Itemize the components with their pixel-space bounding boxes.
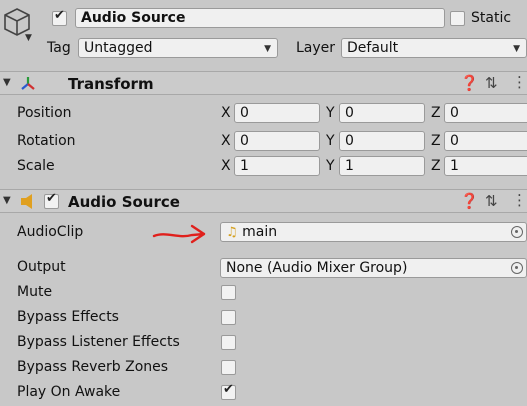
- mute-checkbox[interactable]: [221, 285, 236, 300]
- scale-label: Scale: [17, 158, 55, 174]
- object-picker-icon[interactable]: [511, 262, 523, 274]
- object-name-input[interactable]: Audio Source: [75, 8, 445, 28]
- audio-source-header[interactable]: ▼ ✔ Audio Source ❓ ⇅ ⋮: [0, 189, 527, 213]
- axis-x-label[interactable]: X: [221, 133, 231, 149]
- axis-z-label[interactable]: Z: [431, 133, 441, 149]
- play-on-awake-checkbox[interactable]: ✔: [221, 382, 236, 400]
- foldout-arrow-icon[interactable]: ▼: [3, 77, 11, 88]
- rotation-x-field[interactable]: 0: [234, 131, 320, 151]
- position-z-field[interactable]: 0: [444, 103, 527, 123]
- preset-icon[interactable]: ⇅: [485, 74, 498, 92]
- audio-source-enabled-checkbox[interactable]: ✔: [44, 191, 59, 209]
- speaker-icon: [21, 194, 32, 209]
- transform-title: Transform: [68, 75, 154, 93]
- scale-x-field[interactable]: 1: [234, 156, 320, 176]
- chevron-down-icon: ▼: [264, 44, 271, 54]
- output-object-field[interactable]: None (Audio Mixer Group): [220, 258, 527, 278]
- axis-y-label[interactable]: Y: [326, 105, 335, 121]
- layer-label: Layer: [296, 40, 336, 56]
- rotation-z-field[interactable]: 0: [444, 131, 527, 151]
- bypass-effects-checkbox[interactable]: [221, 310, 236, 325]
- transform-axes-icon: [21, 77, 35, 90]
- audioclip-label: AudioClip: [17, 224, 84, 240]
- bypass-effects-label: Bypass Effects: [17, 309, 119, 325]
- context-menu-icon[interactable]: ⋮: [512, 191, 527, 209]
- axis-z-label[interactable]: Z: [431, 158, 441, 174]
- context-menu-icon[interactable]: ⋮: [512, 73, 527, 91]
- rotation-y-field[interactable]: 0: [339, 131, 425, 151]
- rotation-label: Rotation: [17, 133, 76, 149]
- icon-dropdown-arrow[interactable]: ▼: [25, 33, 32, 43]
- position-label: Position: [17, 105, 72, 121]
- bypass-listener-effects-label: Bypass Listener Effects: [17, 334, 180, 350]
- axis-x-label[interactable]: X: [221, 105, 231, 121]
- help-icon[interactable]: ❓: [460, 74, 479, 92]
- axis-x-label[interactable]: X: [221, 158, 231, 174]
- transform-header[interactable]: ▼ Transform ❓ ⇅ ⋮: [0, 71, 527, 95]
- axis-y-label[interactable]: Y: [326, 133, 335, 149]
- scale-z-field[interactable]: 1: [444, 156, 527, 176]
- output-label: Output: [17, 259, 66, 275]
- annotation-arrow-icon: [152, 224, 206, 244]
- chevron-down-icon: ▼: [513, 44, 520, 54]
- scale-y-field[interactable]: 1: [339, 156, 425, 176]
- static-checkbox[interactable]: [450, 11, 465, 26]
- tag-dropdown[interactable]: Untagged ▼: [78, 38, 278, 58]
- audio-source-title: Audio Source: [68, 193, 180, 211]
- audioclip-object-field[interactable]: ♫ main: [220, 222, 527, 242]
- tag-label: Tag: [47, 40, 71, 56]
- position-x-field[interactable]: 0: [234, 103, 320, 123]
- preset-icon[interactable]: ⇅: [485, 192, 498, 210]
- help-icon[interactable]: ❓: [460, 192, 479, 210]
- play-on-awake-label: Play On Awake: [17, 384, 121, 400]
- bypass-reverb-zones-checkbox[interactable]: [221, 360, 236, 375]
- axis-z-label[interactable]: Z: [431, 105, 441, 121]
- foldout-arrow-icon[interactable]: ▼: [3, 195, 11, 206]
- bypass-listener-effects-checkbox[interactable]: [221, 335, 236, 350]
- layer-dropdown[interactable]: Default ▼: [341, 38, 527, 58]
- object-picker-icon[interactable]: [511, 226, 523, 238]
- position-y-field[interactable]: 0: [339, 103, 425, 123]
- axis-y-label[interactable]: Y: [326, 158, 335, 174]
- active-checkbox[interactable]: ✔: [52, 8, 67, 26]
- bypass-reverb-zones-label: Bypass Reverb Zones: [17, 359, 169, 375]
- mute-label: Mute: [17, 284, 53, 300]
- static-label: Static: [471, 10, 512, 26]
- audio-file-icon: ♫: [226, 225, 238, 240]
